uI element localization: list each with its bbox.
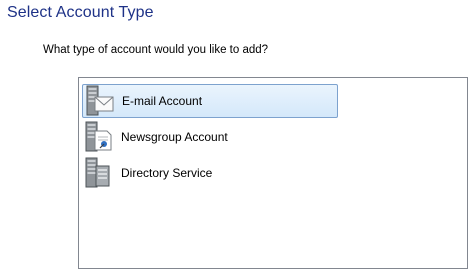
list-item-email-account[interactable]: E-mail Account [82,84,338,118]
account-type-dialog: Select Account Type What type of account… [0,0,474,278]
list-item-label: E-mail Account [122,94,203,108]
account-type-prompt: What type of account would you like to a… [43,44,269,56]
account-type-list[interactable]: E-mail Account Newsgroup Account Directo… [78,77,468,269]
list-item-directory-service[interactable]: Directory Service [82,156,212,190]
page-title: Select Account Type [7,4,154,21]
list-item-newsgroup-account[interactable]: Newsgroup Account [82,120,228,154]
directory-service-icon [84,157,114,189]
newsgroup-account-icon [84,121,114,153]
list-item-label: Newsgroup Account [121,130,228,144]
email-account-icon [85,85,115,117]
list-item-label: Directory Service [121,166,213,180]
